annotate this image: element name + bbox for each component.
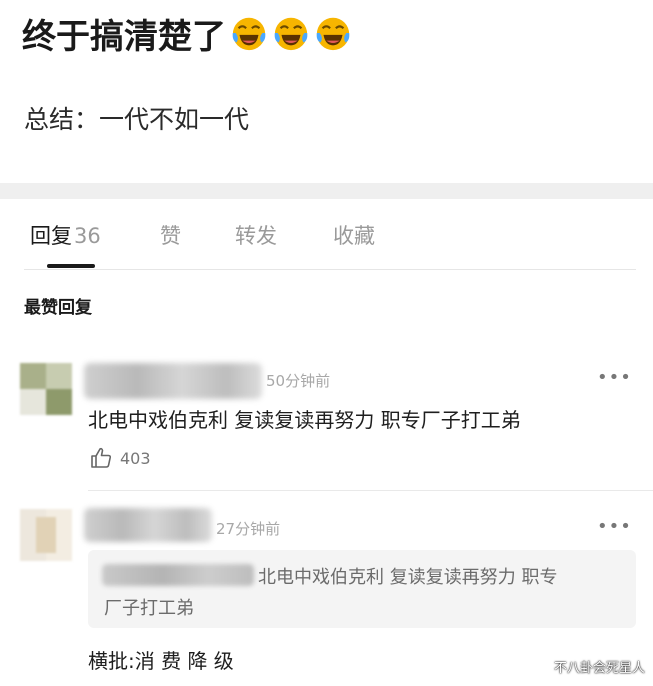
avatar[interactable] (20, 509, 72, 561)
thumbs-up-icon (91, 447, 112, 468)
tab-replies-count: 36 (74, 224, 101, 248)
post-title-text: 终于搞清楚了 (22, 16, 226, 57)
tab-likes[interactable]: 赞 (160, 220, 181, 250)
quoted-text-line-1: 北电中戏伯克利 复读复读再努力 职专 (258, 567, 558, 588)
emoji-row (230, 14, 356, 52)
tab-replies[interactable]: 回复36 (30, 220, 101, 250)
tab-reposts[interactable]: 转发 (235, 220, 277, 250)
comment-text: 北电中戏伯克利 复读复读再努力 职专厂子打工弟 (88, 408, 521, 432)
comment-divider (88, 490, 653, 491)
more-dots-icon[interactable]: ••• (597, 367, 632, 388)
tab-favorites[interactable]: 收藏 (333, 220, 375, 250)
quoted-text-line-2: 厂子打工弟 (104, 598, 194, 619)
tab-bar: 回复36 赞 转发 收藏 (0, 210, 653, 270)
comment-time: 27分钟前 (216, 520, 281, 538)
tab-replies-label: 回复 (30, 224, 72, 248)
section-divider (0, 183, 653, 199)
laughing-tears-icon (232, 17, 266, 51)
blurred-username[interactable] (84, 508, 212, 542)
blurred-quoted-username (102, 564, 254, 586)
avatar[interactable] (20, 363, 72, 415)
tabs-divider (24, 269, 636, 270)
post-title: 终于搞清楚了 (22, 6, 356, 60)
comment-text: 横批:消 费 降 级 (88, 649, 234, 673)
post-summary: 总结：一代不如一代 (24, 105, 250, 134)
laughing-tears-icon (274, 17, 308, 51)
blurred-username[interactable] (84, 363, 262, 399)
active-tab-indicator (47, 264, 95, 268)
quoted-reply[interactable]: 北电中戏伯克利 复读复读再努力 职专 厂子打工弟 (88, 550, 636, 628)
like-count: 403 (120, 448, 151, 468)
comment-time: 50分钟前 (266, 372, 331, 390)
top-replies-heading: 最赞回复 (24, 298, 92, 318)
like-button[interactable]: 403 (90, 446, 151, 470)
laughing-tears-icon (316, 17, 350, 51)
more-dots-icon[interactable]: ••• (597, 516, 632, 537)
watermark: 不八卦会死星人 (553, 661, 645, 676)
